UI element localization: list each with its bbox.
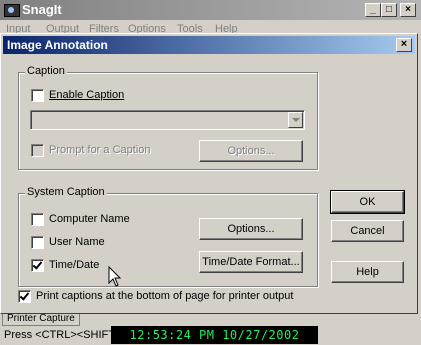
system-caption-group: System Caption Computer Name User Name T… <box>18 186 318 287</box>
computer-name-label[interactable]: Computer Name <box>49 213 130 225</box>
clock-display: 12:53:24 PM 10/27/2002 <box>111 326 318 344</box>
caption-combo[interactable] <box>30 110 305 130</box>
tab-strip: Printer Capture <box>0 314 421 326</box>
time-date-checkbox[interactable] <box>31 259 44 272</box>
maximize-button[interactable]: □ <box>381 3 397 17</box>
camera-icon <box>4 4 20 17</box>
system-options-button[interactable]: Options... <box>199 218 303 240</box>
chevron-down-icon[interactable] <box>288 112 303 128</box>
outer-window-title: SnagIt <box>22 2 62 17</box>
minimize-button[interactable]: _ <box>365 3 381 17</box>
outer-close-button[interactable]: × <box>400 3 416 17</box>
user-name-checkbox[interactable] <box>31 236 44 249</box>
ok-button[interactable]: OK <box>330 190 405 214</box>
status-text: Press <CTRL><SHIFT <box>4 329 115 341</box>
dialog-title-bar: Image Annotation × <box>3 36 415 54</box>
tab-printer-capture[interactable]: Printer Capture <box>2 314 80 326</box>
dialog-close-button[interactable]: × <box>396 38 412 52</box>
prompt-caption-label: Prompt for a Caption <box>49 144 151 156</box>
print-bottom-label[interactable]: Print captions at the bottom of page for… <box>36 290 293 302</box>
help-button[interactable]: Help <box>331 261 404 283</box>
user-name-label[interactable]: User Name <box>49 236 105 248</box>
dialog-title: Image Annotation <box>7 38 108 52</box>
outer-menu-bar: Input Output Filters Options Tools Help <box>0 20 421 35</box>
enable-caption-text: Enable Caption <box>49 89 125 101</box>
mouse-pointer-icon <box>108 266 122 287</box>
time-date-format-button[interactable]: Time/Date Format... <box>199 251 303 273</box>
caption-options-button[interactable]: Options... <box>199 140 303 162</box>
outer-title-bar: SnagIt _ □ × <box>0 0 421 20</box>
computer-name-checkbox[interactable] <box>31 213 44 226</box>
caption-group: Caption Enable Caption Prompt for a Capt… <box>18 65 318 170</box>
prompt-caption-checkbox[interactable] <box>31 144 44 157</box>
image-annotation-dialog: Image Annotation × Caption Enable Captio… <box>0 33 418 314</box>
system-caption-group-label: System Caption <box>25 186 107 198</box>
caption-group-label: Caption <box>25 65 67 77</box>
enable-caption-label[interactable]: Enable Caption <box>49 89 124 101</box>
print-bottom-checkbox[interactable] <box>18 290 31 303</box>
enable-caption-checkbox[interactable] <box>31 89 44 102</box>
cancel-button[interactable]: Cancel <box>331 220 404 242</box>
time-date-label[interactable]: Time/Date <box>49 259 99 271</box>
